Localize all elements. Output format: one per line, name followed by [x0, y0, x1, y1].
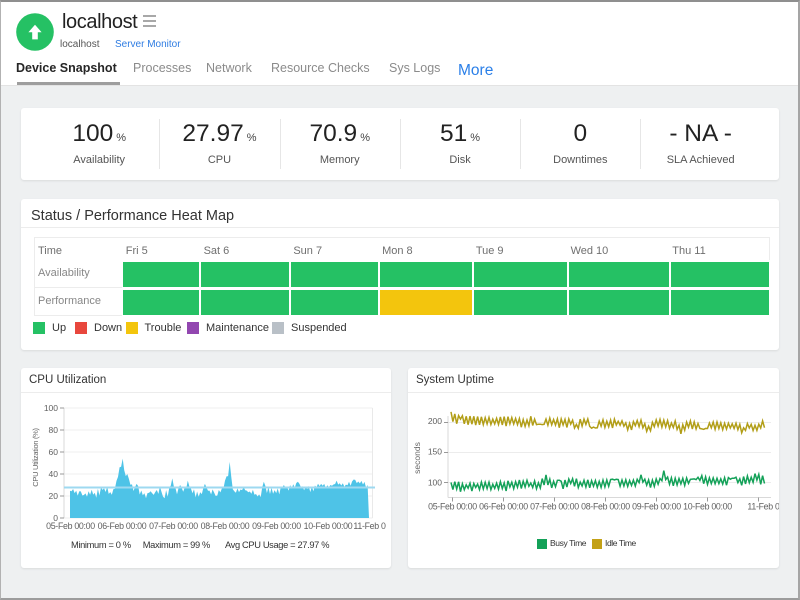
svg-text:10-Feb 00:00: 10-Feb 00:00 — [683, 502, 732, 512]
svg-text:40: 40 — [49, 469, 59, 479]
svg-text:07-Feb 00:00: 07-Feb 00:00 — [530, 502, 579, 512]
svg-text:05-Feb 00:00: 05-Feb 00:00 — [428, 502, 477, 512]
svg-text:10-Feb 00:00: 10-Feb 00:00 — [304, 521, 353, 531]
svg-text:06-Feb 00:00: 06-Feb 00:00 — [479, 502, 528, 512]
svg-text:11-Feb 0: 11-Feb 0 — [353, 521, 386, 531]
svg-text:100: 100 — [428, 478, 442, 488]
svg-text:08-Feb 00:00: 08-Feb 00:00 — [201, 521, 250, 531]
svg-text:seconds: seconds — [412, 442, 422, 474]
svg-text:07-Feb 00:00: 07-Feb 00:00 — [149, 521, 198, 531]
svg-text:08-Feb 00:00: 08-Feb 00:00 — [581, 502, 630, 512]
svg-text:200: 200 — [428, 416, 442, 426]
svg-text:100: 100 — [44, 403, 58, 413]
svg-text:CPU Utilization (%): CPU Utilization (%) — [31, 427, 40, 486]
svg-text:05-Feb 00:00: 05-Feb 00:00 — [46, 521, 95, 531]
svg-text:06-Feb 00:00: 06-Feb 00:00 — [98, 521, 147, 531]
svg-text:09-Feb 00:00: 09-Feb 00:00 — [632, 502, 681, 512]
svg-text:11-Feb 0: 11-Feb 0 — [747, 502, 779, 512]
svg-text:09-Feb 00:00: 09-Feb 00:00 — [252, 521, 301, 531]
svg-text:150: 150 — [428, 447, 442, 457]
svg-text:60: 60 — [49, 447, 59, 457]
svg-text:80: 80 — [49, 425, 59, 435]
svg-text:20: 20 — [49, 491, 59, 501]
